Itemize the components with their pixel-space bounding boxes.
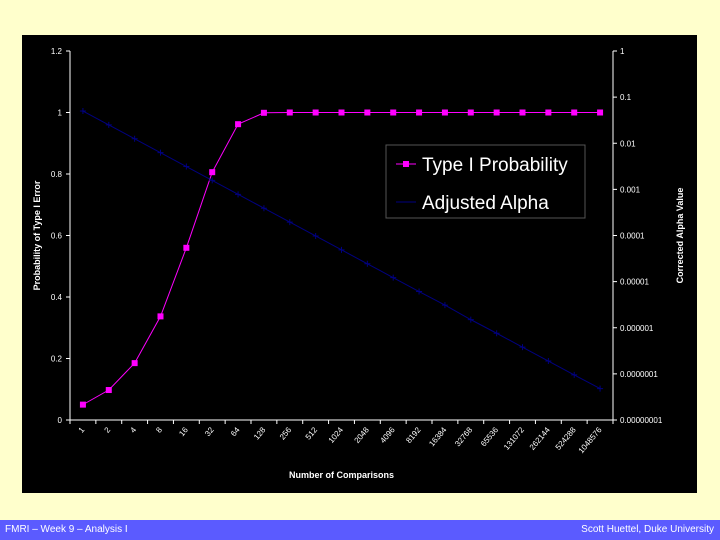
x-tick-label: 64 (229, 425, 242, 438)
data-point (597, 109, 604, 116)
data-point (467, 109, 474, 116)
y-tick-label: 0.8 (51, 170, 63, 179)
x-tick-label: 16 (177, 425, 190, 438)
data-point (260, 205, 267, 212)
x-tick-label: 262144 (528, 425, 552, 452)
y2-tick-label: 0.1 (620, 93, 632, 102)
y2-tick-label: 0.000001 (620, 324, 654, 333)
legend-label: Type I Probability (422, 155, 568, 176)
data-point (338, 246, 345, 253)
data-point (235, 191, 242, 198)
line-chart: 0 0.2 0.4 0.6 0.8 1 1.2 0.00000001 0.0000001 0.00… (32, 47, 685, 480)
y-axis-title: Probability of Type I Error (32, 180, 42, 290)
data-point (364, 109, 371, 116)
x-tick-label: 256 (278, 425, 294, 441)
y2-tick-label: 1 (620, 47, 625, 56)
x-tick-label: 524288 (554, 425, 578, 452)
data-point (545, 358, 552, 365)
data-point (105, 121, 112, 128)
data-point (519, 109, 526, 116)
footer-course: FMRI – Week 9 – Analysis I (5, 524, 128, 535)
x-tick-label: 2 (103, 425, 113, 435)
data-point (235, 121, 242, 128)
chart-panel: 0 0.2 0.4 0.6 0.8 1 1.2 0.00000001 0.0000001 0.00… (22, 35, 697, 493)
x-tick-label: 131072 (502, 425, 526, 452)
y-tick-label: 0 (58, 416, 63, 425)
y-tick-label: 1.2 (51, 47, 63, 56)
data-point (260, 109, 267, 116)
x-tick-label: 8 (154, 425, 164, 435)
data-point (493, 109, 500, 116)
data-point (571, 109, 578, 116)
data-point (441, 302, 448, 309)
data-point (597, 385, 604, 392)
data-point (209, 169, 216, 176)
footer-bar: FMRI – Week 9 – Analysis I Scott Huettel… (0, 520, 720, 540)
data-point (286, 219, 293, 226)
data-point (416, 109, 423, 116)
data-point (183, 244, 190, 251)
data-point (467, 316, 474, 323)
data-point (390, 274, 397, 281)
x-tick-label: 1048576 (577, 425, 604, 455)
x-tick-label: 4 (128, 425, 138, 435)
x-tick-label: 16384 (427, 425, 449, 448)
data-point (312, 232, 319, 239)
x-tick-label: 2048 (353, 425, 372, 445)
x-tick-label: 65536 (479, 425, 501, 448)
data-point (441, 109, 448, 116)
x-axis-title: Number of Comparisons (289, 470, 394, 480)
y2-tick-label: 0.00001 (620, 278, 649, 287)
y-tick-label: 0.6 (51, 232, 63, 241)
data-point (131, 360, 138, 367)
data-point (183, 163, 190, 170)
legend-label: Adjusted Alpha (422, 193, 549, 214)
y-tick-label: 0.4 (51, 293, 63, 302)
data-point (105, 387, 112, 394)
data-point (519, 344, 526, 351)
x-tick-label: 32 (203, 425, 216, 438)
y2-tick-label: 0.0001 (620, 232, 645, 241)
y2-tick-label: 0.001 (620, 185, 641, 194)
data-point (364, 260, 371, 267)
x-tick-label: 1 (77, 425, 87, 435)
data-point (286, 109, 293, 116)
legend-marker (403, 161, 409, 167)
x-tick-label: 8192 (404, 425, 423, 445)
data-point (545, 109, 552, 116)
y2-tick-label: 0.0000001 (620, 370, 658, 379)
x-tick-label: 4096 (378, 425, 397, 445)
y2-axis-title: Corrected Alpha Value (675, 188, 685, 284)
data-point (79, 108, 86, 115)
x-tick-label: 512 (304, 425, 320, 441)
data-point (571, 371, 578, 378)
x-tick-label: 128 (252, 425, 268, 441)
data-point (390, 109, 397, 116)
x-tick-label: 1024 (327, 425, 346, 445)
y2-tick-label: 0.01 (620, 139, 636, 148)
data-point (79, 401, 86, 408)
y-tick-label: 1 (58, 109, 63, 118)
y-tick-label: 0.2 (51, 355, 63, 364)
data-point (338, 109, 345, 116)
data-point (157, 313, 164, 320)
footer-author: Scott Huettel, Duke University (581, 524, 714, 535)
y2-tick-label: 0.00000001 (620, 416, 663, 425)
data-point (131, 135, 138, 142)
data-point (157, 149, 164, 156)
x-tick-label: 32768 (453, 425, 475, 448)
data-point (493, 330, 500, 337)
data-point (312, 109, 319, 116)
data-point (416, 288, 423, 295)
